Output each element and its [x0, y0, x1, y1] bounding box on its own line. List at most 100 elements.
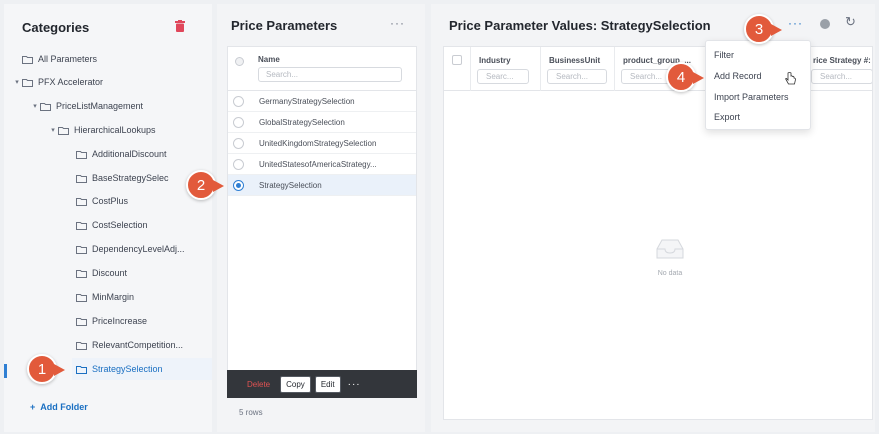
empty-state-label: No data — [657, 270, 683, 277]
tree-item-label: CostSelection — [92, 220, 148, 230]
caret-down-icon[interactable]: ▾ — [30, 102, 40, 110]
column-header: rice Strategy #: — [813, 56, 871, 65]
menu-item-filter[interactable]: Filter — [714, 50, 734, 60]
folder-icon — [76, 221, 87, 230]
folder-icon — [58, 126, 69, 135]
row-name: UnitedStatesofAmericaStrategy... — [259, 160, 377, 169]
table-row[interactable]: UnitedStatesofAmericaStrategy... — [228, 154, 416, 175]
select-all-radio[interactable] — [235, 57, 244, 66]
tree-item-pfx-accelerator[interactable]: ▾ PFX Accelerator — [12, 71, 103, 93]
tree-item-costselection[interactable]: CostSelection — [76, 214, 148, 236]
more-options-icon[interactable]: ··· — [390, 16, 405, 30]
step-badge-2: 2 — [186, 170, 224, 200]
folder-icon — [22, 78, 33, 87]
bulk-action-toolbar: Delete Copy Edit ··· — [227, 370, 417, 398]
row-name: StrategySelection — [259, 181, 322, 190]
menu-item-import-parameters[interactable]: Import Parameters — [714, 92, 789, 102]
more-actions-icon[interactable]: ··· — [348, 379, 361, 390]
edit-button[interactable]: Edit — [314, 375, 341, 393]
folder-icon — [76, 174, 87, 183]
businessunit-search-input[interactable]: Search... — [547, 69, 607, 84]
column-header-name[interactable]: Name — [258, 55, 280, 64]
row-radio[interactable] — [233, 159, 244, 170]
price-parameters-title: Price Parameters — [231, 18, 338, 33]
folder-icon — [76, 317, 87, 326]
row-radio[interactable] — [233, 138, 244, 149]
empty-inbox-icon — [656, 239, 684, 259]
table-row[interactable]: UnitedKingdomStrategySelection — [228, 133, 416, 154]
tree-item-label: PriceIncrease — [92, 316, 148, 326]
menu-item-export[interactable]: Export — [714, 112, 740, 122]
tree-item-label: StrategySelection — [92, 364, 163, 374]
industry-search-input[interactable]: Searc... — [477, 69, 529, 84]
refresh-icon[interactable]: ↻ — [845, 14, 856, 30]
row-radio[interactable] — [233, 96, 244, 107]
table-row[interactable]: GermanyStrategySelection — [228, 91, 416, 112]
rows-count: 5 rows — [239, 408, 263, 417]
tree-item-basestrategyselection[interactable]: BaseStrategySelec — [76, 167, 169, 189]
column-header: BusinessUnit — [549, 56, 601, 65]
tree-item-label: DependencyLevelAdj... — [92, 244, 185, 254]
price-parameters-table: Name Search... GermanyStrategySelection … — [227, 46, 417, 371]
tree-item-discount[interactable]: Discount — [76, 262, 127, 284]
tree-item-label: BaseStrategySelec — [92, 173, 169, 183]
categories-title: Categories — [22, 20, 90, 35]
settings-icon[interactable] — [820, 19, 830, 29]
tree-item-label: All Parameters — [38, 54, 98, 64]
folder-icon — [76, 197, 87, 206]
step-badge-4: 4 — [666, 62, 704, 92]
tree-item-dependencyleveladj[interactable]: DependencyLevelAdj... — [76, 238, 185, 260]
delete-button[interactable]: Delete — [241, 376, 276, 393]
hand-cursor-icon — [785, 72, 796, 85]
plus-icon: + — [30, 402, 36, 412]
column-industry[interactable]: Industry Searc... — [470, 47, 540, 91]
tree-item-label: RelevantCompetition... — [92, 340, 184, 350]
add-folder-label: Add Folder — [40, 402, 88, 412]
tree-item-label: PFX Accelerator — [38, 77, 104, 87]
tree-item-all-parameters[interactable]: All Parameters — [22, 48, 97, 70]
step-badge-3: 3 — [744, 14, 782, 44]
row-name: UnitedKingdomStrategySelection — [259, 139, 377, 148]
folder-icon — [76, 245, 87, 254]
select-all-checkbox[interactable] — [452, 55, 462, 65]
tree-item-label: Discount — [92, 268, 128, 278]
parameter-values-title: Price Parameter Values: StrategySelectio… — [449, 18, 711, 33]
row-name: GlobalStrategySelection — [259, 118, 345, 127]
empty-state: No data — [640, 237, 700, 277]
caret-down-icon[interactable]: ▾ — [12, 78, 22, 86]
step-badge-1: 1 — [27, 354, 65, 384]
tree-item-hierarchicallookups[interactable]: ▾ HierarchicalLookups — [48, 119, 156, 141]
caret-down-icon[interactable]: ▾ — [48, 126, 58, 134]
column-price-strategy[interactable]: rice Strategy #: Search... — [804, 47, 872, 91]
folder-icon — [76, 341, 87, 350]
row-radio-selected[interactable] — [233, 180, 244, 191]
tree-item-costplus[interactable]: CostPlus — [76, 190, 128, 212]
tree-item-label: AdditionalDiscount — [92, 149, 167, 159]
folder-icon — [76, 293, 87, 302]
menu-item-add-record[interactable]: Add Record — [714, 71, 762, 81]
tree-item-relevantcompetition[interactable]: RelevantCompetition... — [76, 334, 183, 356]
tree-item-additionaldiscount[interactable]: AdditionalDiscount — [76, 143, 167, 165]
table-row-selected[interactable]: StrategySelection — [228, 175, 416, 196]
tree-item-strategyselection[interactable]: StrategySelection — [72, 358, 212, 380]
name-search-input[interactable]: Search... — [258, 67, 402, 82]
folder-icon — [76, 365, 87, 374]
price-strategy-search-input[interactable]: Search... — [811, 69, 872, 84]
folder-icon — [76, 150, 87, 159]
copy-button[interactable]: Copy — [280, 375, 311, 393]
add-folder-button[interactable]: + Add Folder — [30, 402, 88, 412]
folder-icon — [40, 102, 51, 111]
column-businessunit[interactable]: BusinessUnit Search... — [540, 47, 614, 91]
tree-item-label: MinMargin — [92, 292, 135, 302]
folder-icon — [76, 269, 87, 278]
table-row[interactable]: GlobalStrategySelection — [228, 112, 416, 133]
tree-item-label: CostPlus — [92, 196, 129, 206]
tree-item-label: HierarchicalLookups — [74, 125, 156, 135]
row-radio[interactable] — [233, 117, 244, 128]
tree-item-minmargin[interactable]: MinMargin — [76, 286, 134, 308]
tree-item-pricelistmanagement[interactable]: ▾ PriceListManagement — [30, 95, 143, 117]
trash-icon[interactable] — [175, 20, 185, 32]
tree-item-priceincrease[interactable]: PriceIncrease — [76, 310, 147, 332]
more-options-icon[interactable]: ··· — [788, 16, 803, 30]
column-header: Industry — [479, 56, 511, 65]
